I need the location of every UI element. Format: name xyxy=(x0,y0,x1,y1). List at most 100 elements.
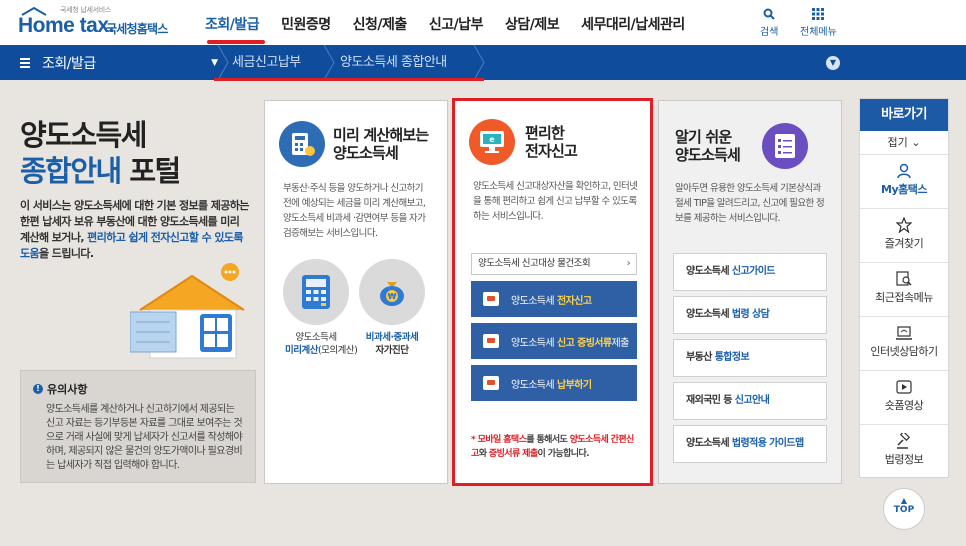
card2-title-line1: 편리한 xyxy=(525,124,565,142)
card-easy-guide: 알기 쉬운 양도소득세 알아두면 유용한 양도소득세 기본상식과 절세 TIP을… xyxy=(658,100,842,484)
efiling-button[interactable]: 양도소득세 전자신고 xyxy=(471,281,637,317)
nav-apply[interactable]: 신청/제출 xyxy=(353,14,408,34)
allmenu-button[interactable]: 전체메뉴 xyxy=(800,8,837,38)
top-label: TOP xyxy=(893,505,915,515)
page-title-line2: 종합안내 포털 xyxy=(20,148,181,190)
tax-payment-prefix: 양도소득세 xyxy=(511,379,555,391)
hometax-logo[interactable]: 국세청 납세서비스 Home tax. 국세청홈택스 xyxy=(18,4,176,40)
nav-report-pay[interactable]: 신고/납부 xyxy=(429,14,484,34)
real-estate-info-link[interactable]: 부동산 통합정보 xyxy=(673,339,827,377)
quick-short-video[interactable]: 숏폼영상 xyxy=(860,371,948,425)
efile-icon xyxy=(483,292,499,306)
breadcrumb-red-highlight xyxy=(214,78,484,81)
overseas-prefix: 재외국민 등 xyxy=(686,395,735,406)
quick-menu-fold[interactable]: 접기 ⌄ xyxy=(860,131,948,155)
scroll-top-button[interactable]: ▲ TOP xyxy=(883,488,925,530)
chevron-right-icon: › xyxy=(626,258,631,269)
breadcrumb-menu-dropdown[interactable]: 조회/발급 ▼ xyxy=(20,45,218,80)
nav-certificates[interactable]: 민원증명 xyxy=(281,14,331,34)
breadcrumb-item-current[interactable]: 양도소득세 종합안내 xyxy=(340,45,447,80)
document-submit-icon xyxy=(483,334,499,348)
chevron-down-icon: ⌄ xyxy=(907,136,921,149)
notice-heading: ! 유의사항 xyxy=(33,381,245,397)
overseas-guide-link[interactable]: 재외국민 등 신고안내 xyxy=(673,382,827,420)
house-calculator-illustration xyxy=(130,263,245,359)
real-estate-highlight: 통합정보 xyxy=(714,352,750,363)
efiling-button-prefix: 양도소득세 xyxy=(511,295,555,307)
precalc-caption-rest: (모의계산) xyxy=(317,345,358,356)
breadcrumb-item-tax-filing[interactable]: 세금신고납부 xyxy=(232,45,301,80)
money-bag-icon[interactable]: ₩ xyxy=(359,259,425,325)
quick-recent-label: 최근접속메뉴 xyxy=(875,291,933,304)
chevron-separator-icon xyxy=(473,45,485,80)
nav-consult[interactable]: 상담/제보 xyxy=(505,14,560,34)
top-header: 국세청 납세서비스 Home tax. 국세청홈택스 조회/발급 민원증명 신청… xyxy=(0,0,966,45)
user-icon xyxy=(897,163,911,179)
play-video-icon xyxy=(896,380,912,394)
logo-korean: 국세청홈택스 xyxy=(106,22,168,36)
grid-icon xyxy=(812,8,825,20)
filing-guide-link[interactable]: 양도소득세 신고가이드 xyxy=(673,253,827,291)
monitor-efile-icon: e xyxy=(469,119,515,165)
quick-favorites[interactable]: 즐겨찾기 xyxy=(860,209,948,263)
note-part6: 이 가능합니다. xyxy=(537,449,590,459)
card3-title-line1: 알기 쉬운 xyxy=(675,128,732,146)
page-title-highlight: 종합안내 xyxy=(20,154,122,188)
filing-guide-highlight: 신고가이드 xyxy=(731,266,776,277)
tax-payment-button[interactable]: 양도소득세 납부하기 xyxy=(471,365,637,401)
self-diagnosis-caption-line2: 자가진단 xyxy=(375,345,409,356)
payment-icon xyxy=(483,376,499,390)
submit-documents-suffix: 제출 xyxy=(611,337,630,349)
star-icon xyxy=(896,217,912,233)
chevron-separator-icon xyxy=(217,45,229,80)
precalc-caption-line1: 양도소득세 xyxy=(295,332,337,343)
breadcrumb-expand-button[interactable]: ▼ xyxy=(826,56,840,70)
nav-tax-agent[interactable]: 세무대리/납세관리 xyxy=(581,14,685,34)
chevron-separator-icon xyxy=(323,45,335,80)
overseas-highlight: 신고안내 xyxy=(734,395,770,406)
page-title-rest: 포털 xyxy=(120,154,181,188)
nav-inquiry[interactable]: 조회/발급 xyxy=(205,14,260,34)
submit-documents-button[interactable]: 양도소득세 신고 증빙서류 제출 xyxy=(471,323,637,359)
precalc-caption[interactable]: 양도소득세 미리계산(모의계산) xyxy=(285,331,358,357)
precalc-caption-highlight: 미리계산 xyxy=(285,345,318,356)
quick-online-consult[interactable]: 인터넷상담하기 xyxy=(860,317,948,371)
gavel-icon xyxy=(897,433,911,449)
card1-description: 부동산·주식 등을 양도하거나 신고하기 전에 예상되는 세금을 미리 계산해보… xyxy=(283,183,426,239)
quick-video-label: 숏폼영상 xyxy=(884,399,924,412)
law-consult-prefix: 양도소득세 xyxy=(686,309,732,320)
card3-title-line2: 양도소득세 xyxy=(675,146,741,164)
law-consult-link[interactable]: 양도소득세 법령 상담 xyxy=(673,296,827,334)
quick-law-info[interactable]: 법령정보 xyxy=(860,425,948,479)
note-part1: * 모바일 홈택스 xyxy=(471,435,527,445)
quick-menu-title: 바로가기 xyxy=(860,99,948,131)
self-diagnosis-caption-line1: 비과세·중과세 xyxy=(365,332,419,343)
search-icon xyxy=(763,8,775,20)
efiling-button-highlight: 전자신고 xyxy=(557,295,592,307)
self-diagnosis-caption[interactable]: 비과세·중과세 자가진단 xyxy=(361,331,423,357)
law-consult-highlight: 법령 상담 xyxy=(731,309,770,320)
svg-text:e: e xyxy=(489,135,495,144)
law-guidemap-link[interactable]: 양도소득세 법령적용 가이드맵 xyxy=(673,425,827,463)
guidemap-highlight: 법령적용 가이드맵 xyxy=(731,438,804,449)
notice-body: 양도소득세를 계산하거나 신고하기에서 제공되는 신고 자료는 등기부등본 자료… xyxy=(46,404,243,471)
mobile-note: * 모바일 홈택스를 통해서도 양도소득세 간편신고와 증빙서류 제출이 가능합… xyxy=(471,433,641,461)
quick-menu: 바로가기 접기 ⌄ My홈택스 즐겨찾기 최근접속메뉴 인터넷상담하기 숏폼영상… xyxy=(859,98,949,478)
svg-text:₩: ₩ xyxy=(388,292,397,301)
card1-title-line1: 미리 계산해보는 xyxy=(333,126,429,144)
logo-wordmark: Home tax. xyxy=(18,14,114,37)
search-button[interactable]: 검색 xyxy=(760,8,778,38)
card2-title-line2: 전자신고 xyxy=(525,142,578,160)
card3-header: 알기 쉬운 양도소득세 xyxy=(675,123,809,169)
card1-header: 미리 계산해보는 양도소득세 xyxy=(279,121,429,167)
recent-search-icon xyxy=(896,271,912,286)
notice-title-text: 유의사항 xyxy=(47,383,88,396)
quick-favorites-label: 즐겨찾기 xyxy=(884,237,924,250)
calculator-icon[interactable] xyxy=(283,259,349,325)
quick-my-hometax[interactable]: My홈택스 xyxy=(860,155,948,209)
asset-inquiry-link[interactable]: 양도소득세 신고대상 물건조회 › xyxy=(471,253,637,275)
note-part2: 를 통해서도 xyxy=(526,435,570,445)
real-estate-prefix: 부동산 xyxy=(686,352,715,363)
note-part4: 와 xyxy=(478,449,489,459)
quick-recent-menu[interactable]: 최근접속메뉴 xyxy=(860,263,948,317)
